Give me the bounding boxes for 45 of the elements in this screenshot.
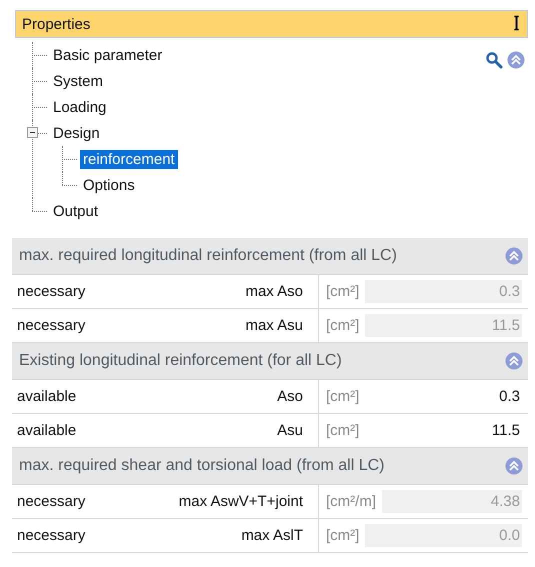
unit-label: [cm²/m] — [326, 493, 376, 510]
property-label: necessary — [17, 527, 86, 544]
section-header[interactable]: Existing longitudinal reinforcement (for all LC) — [12, 343, 528, 380]
value-field: 0.3 — [365, 280, 522, 303]
tree-item[interactable]: Design — [50, 124, 103, 142]
unit-label: [cm²] — [326, 527, 360, 544]
property-symbol: Aso — [277, 388, 303, 405]
section-header[interactable]: max. required longitudinal reinforcement (from all LC) — [12, 238, 528, 275]
property-symbol: max Aso — [245, 283, 303, 300]
value-field: 0.0 — [365, 524, 522, 547]
collapse-icon[interactable] — [507, 51, 525, 69]
property-label: available — [17, 422, 76, 439]
section-title: Existing longitudinal reinforcement (for all LC) — [19, 352, 342, 370]
collapse-icon[interactable] — [505, 352, 523, 370]
tree-item[interactable]: Basic parameter — [50, 46, 166, 64]
property-label: necessary — [17, 493, 86, 510]
property-symbol: max AswV+T+joint — [178, 493, 303, 510]
unit-label: [cm²] — [326, 283, 360, 300]
property-label: available — [17, 388, 76, 405]
collapse-icon[interactable] — [505, 247, 523, 265]
unit-label: [cm²] — [326, 422, 360, 439]
search-icon[interactable] — [485, 51, 503, 69]
property-symbol: max AslT — [241, 527, 303, 544]
tree-item[interactable]: reinforcement — [80, 150, 178, 168]
tree-item[interactable]: Loading — [50, 98, 110, 116]
property-label: necessary — [17, 283, 86, 300]
pin-button[interactable]: ꟾ — [514, 14, 519, 34]
collapse-toggle[interactable] — [27, 127, 38, 138]
section-title: max. required longitudinal reinforcement (from all LC) — [19, 247, 397, 265]
tree-item[interactable]: Options — [80, 176, 138, 194]
unit-label: [cm²] — [326, 388, 360, 405]
collapse-icon[interactable] — [505, 457, 523, 475]
property-symbol: max Asu — [245, 317, 303, 334]
value-field: 4.38 — [382, 490, 522, 513]
section-title: max. required shear and torsional load (from all LC) — [19, 457, 384, 475]
property-label: necessary — [17, 317, 86, 334]
property-symbol: Asu — [277, 422, 303, 439]
value-field[interactable]: 0.3 — [365, 385, 522, 408]
unit-label: [cm²] — [326, 317, 360, 334]
value-field: 11.5 — [365, 314, 522, 337]
value-field[interactable]: 11.5 — [365, 419, 522, 442]
section-header[interactable]: max. required shear and torsional load (from all LC) — [12, 448, 528, 485]
panel-title: Properties — [22, 16, 90, 32]
tree-item[interactable]: System — [50, 72, 106, 90]
tree-item[interactable]: Output — [50, 202, 102, 220]
